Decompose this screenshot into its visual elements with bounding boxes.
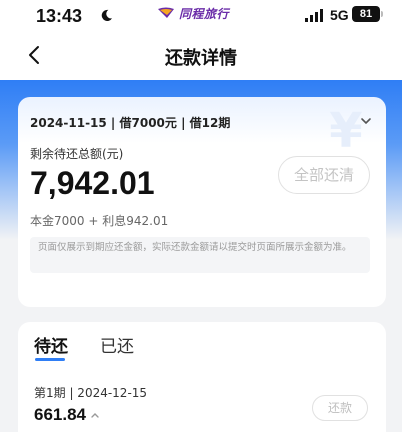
nav-bar: 还款详情 <box>0 32 402 80</box>
signal-icon <box>305 9 323 22</box>
status-time: 13:43 <box>36 6 83 26</box>
network-label: 5G <box>330 7 349 23</box>
brand-bird-icon <box>158 7 174 18</box>
loan-summary[interactable]: 2024-11-15 | 借7000元 | 借12期 <box>30 114 230 131</box>
yen-watermark-icon: ¥ <box>329 103 363 159</box>
page-title: 还款详情 <box>165 48 237 69</box>
moon-icon <box>101 9 113 21</box>
installment-amount[interactable]: 661.84 <box>34 405 86 425</box>
installment-info: 第1期 | 2024-12-15 <box>34 386 148 400</box>
tab-active-indicator <box>35 358 65 361</box>
principal-interest-breakdown: 本金7000 + 利息942.01 <box>30 214 169 228</box>
battery-icon: 81 <box>352 6 380 22</box>
bill-card: 待还 已还 第1期 | 2024-12-15 661.84 还款 <box>18 322 386 432</box>
chevron-up-icon[interactable] <box>90 411 100 419</box>
notice-text: 页面仅展示到期应还金额，实际还款金额请以提交时页面所展示金额为准。 <box>30 237 370 273</box>
pay-all-button[interactable]: 全部还清 <box>278 156 370 194</box>
tab-pending[interactable]: 待还 <box>34 332 68 357</box>
brand-logo: 同程旅行 <box>157 4 229 22</box>
loan-card: ¥ 2024-11-15 | 借7000元 | 借12期 剩余待还总额(元) 7… <box>18 97 386 307</box>
remaining-label: 剩余待还总额(元) <box>30 147 124 161</box>
remaining-amount: 7,942.01 <box>30 165 155 201</box>
battery-tip <box>381 11 383 17</box>
brand-name: 同程旅行 <box>179 6 230 21</box>
repay-button[interactable]: 还款 <box>312 395 368 421</box>
battery-level: 81 <box>359 8 373 20</box>
card-scallop-edge <box>18 296 386 318</box>
chevron-down-icon[interactable] <box>360 116 372 126</box>
tab-paid[interactable]: 已还 <box>100 332 134 357</box>
